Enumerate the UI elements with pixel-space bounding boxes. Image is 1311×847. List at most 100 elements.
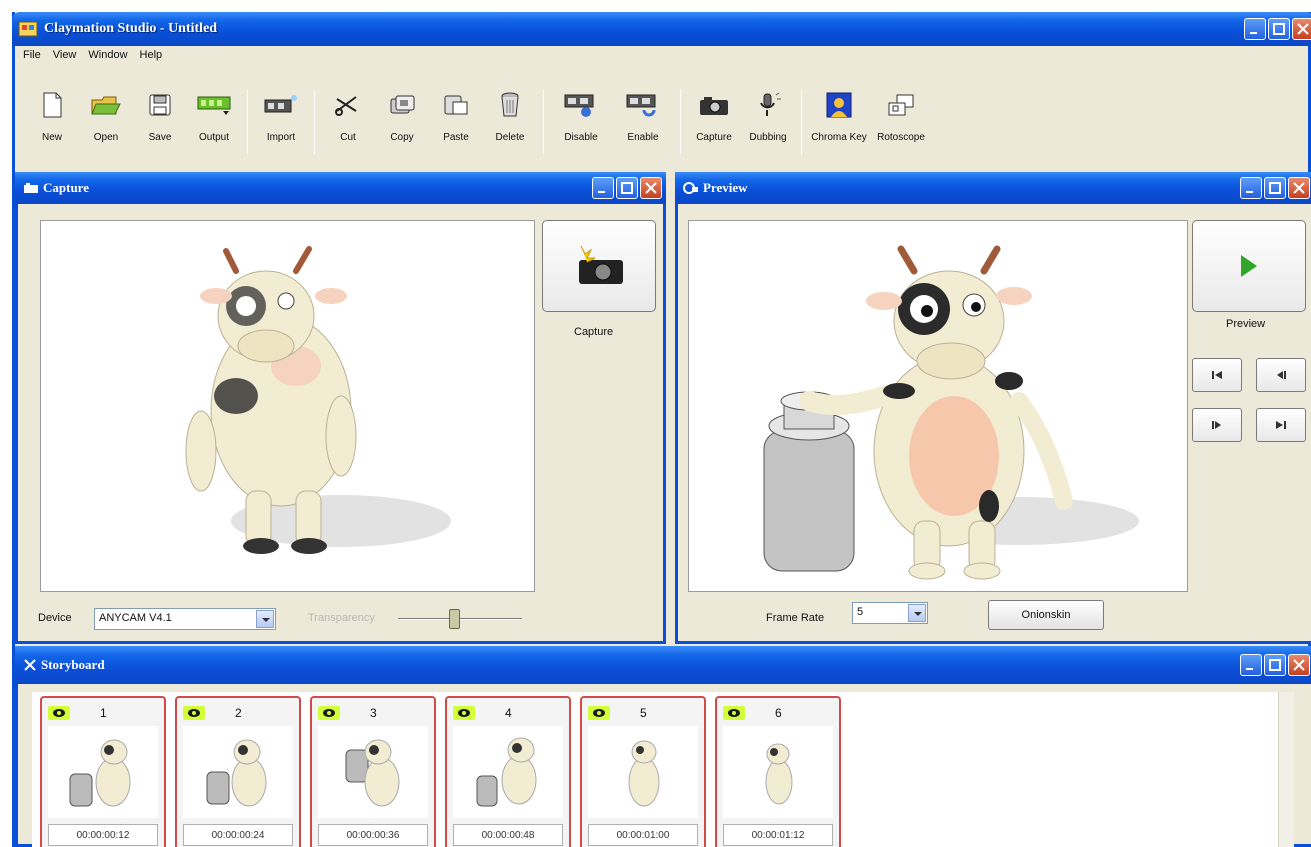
- capture-toolbar-button[interactable]: Capture: [687, 82, 741, 160]
- frame-thumbnail: [318, 726, 428, 818]
- delete-label: Delete: [495, 132, 525, 143]
- preview-maximize-button[interactable]: [1264, 177, 1286, 199]
- preview-viewport[interactable]: [688, 220, 1188, 592]
- title-bar[interactable]: Claymation Studio - Untitled: [12, 12, 1311, 46]
- toolbar-separator: [801, 90, 802, 154]
- transparency-slider[interactable]: [398, 605, 522, 633]
- eye-icon[interactable]: [318, 706, 340, 720]
- app-window: Claymation Studio - Untitled File View W…: [12, 12, 1311, 847]
- open-button[interactable]: Open: [79, 82, 133, 160]
- frame-time: 00:00:01:12: [723, 824, 833, 846]
- preview-window-controls: [1240, 172, 1310, 204]
- capture-viewport[interactable]: [40, 220, 535, 592]
- device-select[interactable]: ANYCAM V4.1: [94, 608, 276, 630]
- preview-close-button[interactable]: [1288, 177, 1310, 199]
- toolbar: New Open Save Output Import Cut Copy Pas…: [15, 68, 1308, 170]
- enable-button[interactable]: Enable: [612, 82, 674, 160]
- close-icon: [645, 182, 657, 194]
- disable-label: Disable: [564, 132, 598, 143]
- disable-button[interactable]: Disable: [550, 82, 612, 160]
- capture-pane-icon: [24, 183, 38, 193]
- copy-icon: [390, 95, 415, 114]
- storyboard-title-bar[interactable]: Storyboard: [15, 646, 1311, 684]
- capture-maximize-button[interactable]: [616, 177, 638, 199]
- dubbing-button[interactable]: Dubbing: [741, 82, 795, 160]
- storyboard-frame[interactable]: 5 00:00:01:00: [580, 696, 706, 847]
- rotoscope-label: Rotoscope: [877, 132, 925, 143]
- menu-help[interactable]: Help: [134, 49, 169, 61]
- toolbar-separator: [314, 90, 315, 154]
- cut-button[interactable]: Cut: [321, 82, 375, 160]
- storyboard-frame[interactable]: 1 00:00:00:12: [40, 696, 166, 847]
- storyboard-frame[interactable]: 4 00:00:00:48: [445, 696, 571, 847]
- open-label: Open: [93, 132, 119, 143]
- new-button[interactable]: New: [25, 82, 79, 160]
- storyboard-minimize-button[interactable]: [1240, 654, 1262, 676]
- play-icon: [1241, 255, 1257, 277]
- import-button[interactable]: Import: [254, 82, 308, 160]
- previous-frame-button[interactable]: [1256, 358, 1306, 392]
- save-button[interactable]: Save: [133, 82, 187, 160]
- preview-pane-icon: [683, 182, 698, 194]
- capture-close-button[interactable]: [640, 177, 662, 199]
- cow-capture-image: [185, 246, 451, 554]
- onionskin-button[interactable]: Onionskin: [988, 600, 1104, 630]
- copy-button[interactable]: Copy: [375, 82, 429, 160]
- storyboard-area: 1 00:00:00:12 2 00:00:00:24 3 00:00:00:3…: [32, 692, 1294, 847]
- save-icon: [149, 94, 171, 116]
- capture-button[interactable]: [542, 220, 656, 312]
- eye-icon[interactable]: [48, 706, 70, 720]
- storyboard-frame[interactable]: 6 00:00:01:12: [715, 696, 841, 847]
- eye-icon[interactable]: [453, 706, 475, 720]
- preview-title: Preview: [703, 180, 748, 195]
- minimize-icon: [1246, 668, 1253, 670]
- toolbar-separator: [680, 90, 681, 154]
- menu-view[interactable]: View: [47, 49, 83, 61]
- minimize-icon: [598, 191, 605, 193]
- menu-file[interactable]: File: [17, 49, 47, 61]
- paste-button[interactable]: Paste: [429, 82, 483, 160]
- transparency-label: Transparency: [308, 612, 375, 624]
- frame-rate-select[interactable]: 5: [852, 602, 928, 624]
- first-frame-button[interactable]: [1192, 358, 1242, 392]
- slider-thumb[interactable]: [449, 609, 460, 629]
- storyboard-scrollbar[interactable]: [1278, 692, 1294, 847]
- capture-minimize-button[interactable]: [592, 177, 614, 199]
- preview-minimize-button[interactable]: [1240, 177, 1262, 199]
- capture-label: Capture: [696, 132, 732, 143]
- capture-title-bar[interactable]: Capture: [15, 172, 666, 204]
- minimize-icon: [1250, 32, 1257, 34]
- eye-icon[interactable]: [588, 706, 610, 720]
- frame-number: 5: [640, 706, 647, 720]
- trash-icon: [501, 92, 519, 117]
- eye-icon[interactable]: [183, 706, 205, 720]
- preview-play-button[interactable]: [1192, 220, 1306, 312]
- maximize-icon: [1269, 182, 1281, 194]
- frame-number: 4: [505, 706, 512, 720]
- scissors-icon: [335, 96, 357, 116]
- delete-button[interactable]: Delete: [483, 82, 537, 160]
- copy-label: Copy: [390, 132, 414, 143]
- eye-icon[interactable]: [723, 706, 745, 720]
- close-button[interactable]: [1292, 18, 1311, 40]
- storyboard-frame[interactable]: 2 00:00:00:24: [175, 696, 301, 847]
- chroma-key-button[interactable]: Chroma Key: [808, 82, 870, 160]
- rotoscope-button[interactable]: Rotoscope: [870, 82, 932, 160]
- last-frame-button[interactable]: [1256, 408, 1306, 442]
- window-title: Claymation Studio - Untitled: [44, 21, 218, 36]
- next-frame-button[interactable]: [1192, 408, 1242, 442]
- frame-rate-value: 5: [857, 606, 864, 618]
- menu-window[interactable]: Window: [82, 49, 133, 61]
- preview-title-bar[interactable]: Preview: [675, 172, 1311, 204]
- storyboard-close-button[interactable]: [1288, 654, 1310, 676]
- frame-number: 3: [370, 706, 377, 720]
- capture-window-controls: [592, 172, 662, 204]
- storyboard-maximize-button[interactable]: [1264, 654, 1286, 676]
- minimize-button[interactable]: [1244, 18, 1266, 40]
- output-button[interactable]: Output: [187, 82, 241, 160]
- storyboard-frame[interactable]: 3 00:00:00:36: [310, 696, 436, 847]
- maximize-button[interactable]: [1268, 18, 1290, 40]
- app-icon: [18, 21, 38, 37]
- cow-preview-image: [763, 245, 1139, 580]
- import-icon: [264, 95, 297, 113]
